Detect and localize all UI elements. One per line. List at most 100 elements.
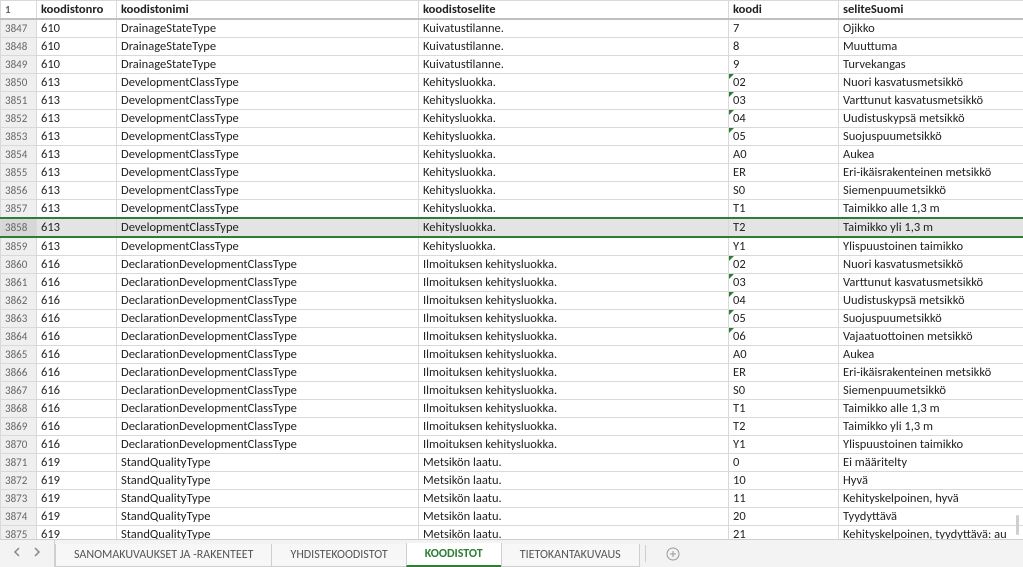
row-number[interactable]: 3855 [1, 164, 37, 182]
cell-koodistonimi[interactable]: DevelopmentClassType [117, 146, 419, 164]
row-number[interactable]: 3856 [1, 182, 37, 200]
row-number[interactable]: 3869 [1, 418, 37, 436]
row-number[interactable]: 3865 [1, 346, 37, 364]
vertical-scrollbar-thumb[interactable] [1016, 515, 1019, 535]
cell-koodistonimi[interactable]: DeclarationDevelopmentClassType [117, 364, 419, 382]
cell-koodistonimi[interactable]: DeclarationDevelopmentClassType [117, 436, 419, 454]
cell-koodi[interactable]: 8 [729, 38, 839, 56]
row-number[interactable]: 3867 [1, 382, 37, 400]
cell-koodistonro[interactable]: 619 [37, 454, 117, 472]
cell-koodistoselite[interactable]: Kuivatustilanne. [419, 38, 729, 56]
row-number[interactable]: 3847 [1, 19, 37, 38]
sheet-nav-next[interactable] [28, 545, 46, 563]
table-row[interactable]: 3849610DrainageStateTypeKuivatustilanne.… [1, 56, 1023, 74]
cell-koodistonro[interactable]: 616 [37, 382, 117, 400]
cell-koodi[interactable]: S0 [729, 182, 839, 200]
sheet-nav-prev[interactable] [8, 545, 26, 563]
cell-koodi[interactable]: 04 [729, 110, 839, 128]
cell-koodistonro[interactable]: 616 [37, 310, 117, 328]
row-number[interactable]: 3849 [1, 56, 37, 74]
table-row[interactable]: 3864616DeclarationDevelopmentClassTypeIl… [1, 328, 1023, 346]
table-row[interactable]: 3870616DeclarationDevelopmentClassTypeIl… [1, 436, 1023, 454]
table-row[interactable]: 3855613DevelopmentClassTypeKehitysluokka… [1, 164, 1023, 182]
cell-koodistonimi[interactable]: DevelopmentClassType [117, 110, 419, 128]
row-number[interactable]: 3871 [1, 454, 37, 472]
cell-koodistonro[interactable]: 616 [37, 292, 117, 310]
row-number[interactable]: 3873 [1, 490, 37, 508]
cell-koodistonro[interactable]: 613 [37, 110, 117, 128]
row-number[interactable]: 3854 [1, 146, 37, 164]
cell-selitesuomi[interactable]: Nuori kasvatusmetsikkö [839, 256, 1023, 274]
cell-koodistoselite[interactable]: Ilmoituksen kehitysluokka. [419, 436, 729, 454]
cell-koodistoselite[interactable]: Kehitysluokka. [419, 164, 729, 182]
cell-koodi[interactable]: A0 [729, 146, 839, 164]
cell-selitesuomi[interactable]: Suojuspuumetsikkö [839, 128, 1023, 146]
cell-koodistonro[interactable]: 613 [37, 74, 117, 92]
cell-koodistoselite[interactable]: Kehitysluokka. [419, 237, 729, 256]
cell-koodi[interactable]: 02 [729, 74, 839, 92]
cell-koodistonro[interactable]: 613 [37, 218, 117, 237]
cell-koodistonimi[interactable]: StandQualityType [117, 472, 419, 490]
cell-koodistonro[interactable]: 613 [37, 200, 117, 219]
cell-selitesuomi[interactable]: Kehityskelpoinen, hyvä [839, 490, 1023, 508]
cell-selitesuomi[interactable]: Eri-ikäisrakenteinen metsikkö [839, 164, 1023, 182]
cell-koodistoselite[interactable]: Kehitysluokka. [419, 182, 729, 200]
cell-koodistonro[interactable]: 610 [37, 19, 117, 38]
cell-koodistonro[interactable]: 616 [37, 400, 117, 418]
cell-koodistoselite[interactable]: Ilmoituksen kehitysluokka. [419, 274, 729, 292]
table-row[interactable]: 3847610DrainageStateTypeKuivatustilanne.… [1, 19, 1023, 38]
cell-koodi[interactable]: ER [729, 364, 839, 382]
cell-koodistonimi[interactable]: DeclarationDevelopmentClassType [117, 400, 419, 418]
row-number[interactable]: 3866 [1, 364, 37, 382]
cell-selitesuomi[interactable]: Hyvä [839, 472, 1023, 490]
table-row[interactable]: 3856613DevelopmentClassTypeKehitysluokka… [1, 182, 1023, 200]
table-row[interactable]: 3866616DeclarationDevelopmentClassTypeIl… [1, 364, 1023, 382]
cell-koodi[interactable]: 0 [729, 454, 839, 472]
row-number[interactable]: 3870 [1, 436, 37, 454]
cell-selitesuomi[interactable]: Vajaatuottoinen metsikkö [839, 328, 1023, 346]
row-number[interactable]: 3864 [1, 328, 37, 346]
cell-koodistonimi[interactable]: DeclarationDevelopmentClassType [117, 310, 419, 328]
cell-koodistonimi[interactable]: DevelopmentClassType [117, 218, 419, 237]
cell-koodistoselite[interactable]: Ilmoituksen kehitysluokka. [419, 310, 729, 328]
row-number[interactable]: 3872 [1, 472, 37, 490]
cell-selitesuomi[interactable]: Varttunut kasvatusmetsikkö [839, 274, 1023, 292]
cell-koodi[interactable]: T1 [729, 400, 839, 418]
cell-koodistonimi[interactable]: DrainageStateType [117, 38, 419, 56]
table-row[interactable]: 3863616DeclarationDevelopmentClassTypeIl… [1, 310, 1023, 328]
table-row[interactable]: 3871619StandQualityTypeMetsikön laatu.0E… [1, 454, 1023, 472]
cell-koodistonimi[interactable]: DevelopmentClassType [117, 74, 419, 92]
cell-koodi[interactable]: 9 [729, 56, 839, 74]
table-row[interactable]: 3848610DrainageStateTypeKuivatustilanne.… [1, 38, 1023, 56]
cell-koodi[interactable]: ER [729, 164, 839, 182]
cell-koodistoselite[interactable]: Kehitysluokka. [419, 146, 729, 164]
cell-koodistonro[interactable]: 616 [37, 364, 117, 382]
cell-koodistoselite[interactable]: Kehitysluokka. [419, 128, 729, 146]
cell-koodistonro[interactable]: 616 [37, 328, 117, 346]
cell-koodistonimi[interactable]: DevelopmentClassType [117, 182, 419, 200]
select-all-cell[interactable]: 1 [1, 1, 37, 20]
cell-koodistonro[interactable]: 616 [37, 274, 117, 292]
cell-koodistonimi[interactable]: DrainageStateType [117, 19, 419, 38]
cell-koodistoselite[interactable]: Ilmoituksen kehitysluokka. [419, 418, 729, 436]
cell-koodi[interactable]: 06 [729, 328, 839, 346]
table-row[interactable]: 3872619StandQualityTypeMetsikön laatu.10… [1, 472, 1023, 490]
table-row[interactable]: 3851613DevelopmentClassTypeKehitysluokka… [1, 92, 1023, 110]
table-row[interactable]: 3862616DeclarationDevelopmentClassTypeIl… [1, 292, 1023, 310]
table-row[interactable]: 3854613DevelopmentClassTypeKehitysluokka… [1, 146, 1023, 164]
cell-koodistoselite[interactable]: Ilmoituksen kehitysluokka. [419, 400, 729, 418]
row-number[interactable]: 3848 [1, 38, 37, 56]
cell-koodistonimi[interactable]: DevelopmentClassType [117, 237, 419, 256]
cell-selitesuomi[interactable]: Varttunut kasvatusmetsikkö [839, 92, 1023, 110]
cell-koodistoselite[interactable]: Ilmoituksen kehitysluokka. [419, 256, 729, 274]
cell-selitesuomi[interactable]: Ei määritelty [839, 454, 1023, 472]
cell-koodistonro[interactable]: 613 [37, 237, 117, 256]
cell-koodistonro[interactable]: 616 [37, 256, 117, 274]
spreadsheet-grid[interactable]: 1 koodistonro koodistonimi koodistoselit… [0, 0, 1023, 544]
row-number[interactable]: 3860 [1, 256, 37, 274]
cell-koodistoselite[interactable]: Kehitysluokka. [419, 218, 729, 237]
col-header-koodistonimi[interactable]: koodistonimi [117, 1, 419, 20]
cell-koodi[interactable]: T2 [729, 418, 839, 436]
table-row[interactable]: 3860616DeclarationDevelopmentClassTypeIl… [1, 256, 1023, 274]
row-number[interactable]: 3862 [1, 292, 37, 310]
